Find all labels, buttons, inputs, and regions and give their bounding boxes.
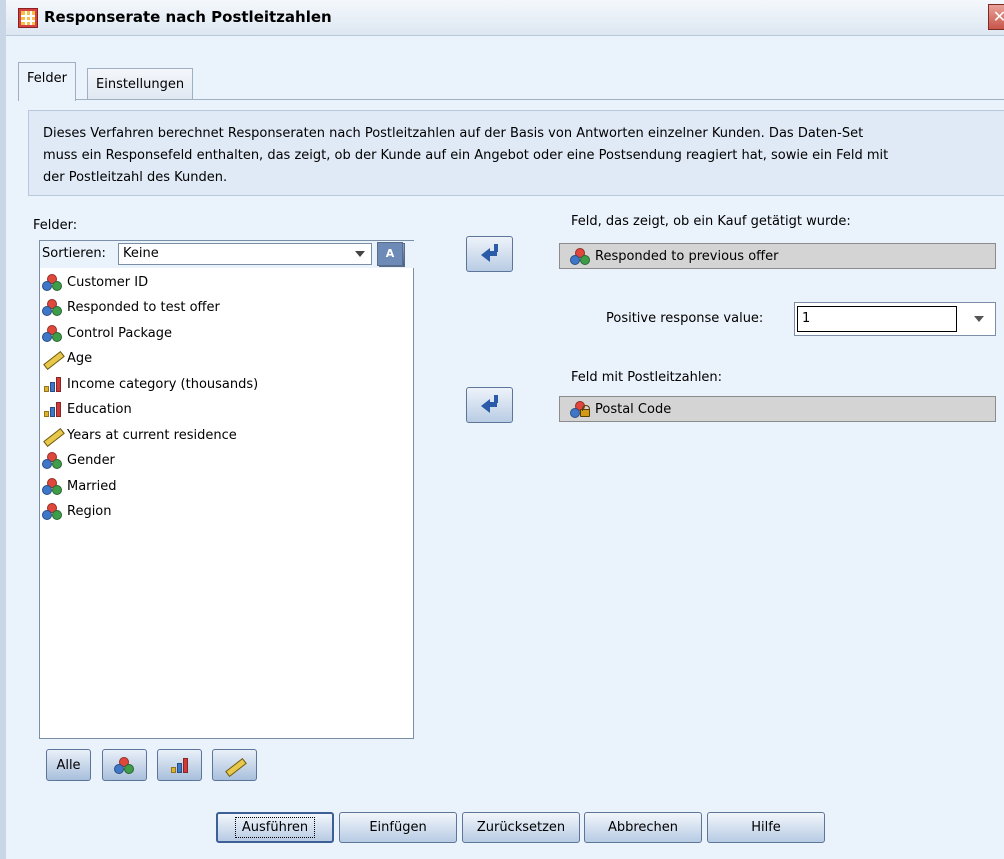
nominal-icon xyxy=(42,477,63,495)
filter-ordinal-button[interactable] xyxy=(157,749,202,781)
list-item-label: Age xyxy=(67,350,93,366)
positive-response-label: Positive response value: xyxy=(606,311,764,326)
list-item-label: Region xyxy=(67,503,112,519)
description-box: Dieses Verfahren berechnet Responseraten… xyxy=(28,110,1004,196)
help-label: Hilfe xyxy=(751,820,781,835)
filter-scale-button[interactable] xyxy=(212,749,257,781)
alphabetical-sort-button[interactable]: A xyxy=(377,242,403,266)
purchase-field-label: Feld, das zeigt, ob ein Kauf getätigt wu… xyxy=(571,214,851,229)
chevron-down-icon xyxy=(355,251,365,257)
list-item-label: Education xyxy=(67,401,132,417)
tab-einstellungen-label: Einstellungen xyxy=(96,77,185,92)
paste-button[interactable]: Einfügen xyxy=(339,812,457,843)
reset-label: Zurücksetzen xyxy=(476,820,566,835)
window-title: Responserate nach Postleitzahlen xyxy=(44,8,332,26)
filter-nominal-button[interactable] xyxy=(102,749,147,781)
move-to-purchase-field-button[interactable] xyxy=(466,236,513,272)
scale-icon xyxy=(42,427,63,444)
title-bar: Responserate nach Postleitzahlen ✕ xyxy=(6,0,1004,36)
fields-label: Felder: xyxy=(33,218,78,233)
help-button[interactable]: Hilfe xyxy=(707,812,825,843)
ordinal-icon xyxy=(42,401,63,418)
show-all-button[interactable]: Alle xyxy=(46,749,91,781)
list-item-label: Married xyxy=(67,478,117,494)
list-item-label: Customer ID xyxy=(67,274,149,290)
list-item[interactable]: Years at current residence xyxy=(42,424,237,446)
sort-select-value: Keine xyxy=(123,246,159,261)
paste-label: Einfügen xyxy=(369,820,427,835)
cancel-button[interactable]: Abbrechen xyxy=(584,812,702,843)
close-button[interactable]: ✕ xyxy=(988,4,1004,30)
tab-divider xyxy=(18,99,1004,100)
alpha-sort-icon: A xyxy=(385,247,395,260)
nominal-icon xyxy=(570,247,591,265)
list-item[interactable]: Education xyxy=(42,398,132,420)
list-item[interactable]: Income category (thousands) xyxy=(42,373,258,395)
cancel-label: Abbrechen xyxy=(607,820,679,835)
list-item-label: Years at current residence xyxy=(67,427,237,443)
reset-button[interactable]: Zurücksetzen xyxy=(462,812,580,843)
description-line-3: der Postleitzahl des Kunden. xyxy=(43,170,228,185)
run-label: Ausführen xyxy=(234,817,316,838)
purchase-field-value: Responded to previous offer xyxy=(595,248,779,264)
description-line-1: Dieses Verfahren berechnet Responseraten… xyxy=(43,126,864,141)
list-item-label: Responded to test offer xyxy=(67,299,220,315)
show-all-label: Alle xyxy=(56,757,81,773)
nominal-icon xyxy=(42,451,63,469)
tab-felder-label: Felder xyxy=(27,71,67,86)
nominal-icon xyxy=(42,502,63,520)
nominal-icon xyxy=(42,273,63,291)
scale-icon xyxy=(42,350,63,367)
list-item[interactable]: Age xyxy=(42,347,92,369)
tab-felder[interactable]: Felder xyxy=(18,62,76,101)
ordinal-icon xyxy=(169,757,190,774)
positive-response-combo[interactable]: 1 xyxy=(794,302,996,336)
move-to-postal-field-button[interactable] xyxy=(466,387,513,423)
fields-list[interactable]: Customer ID Responded to test offer Cont… xyxy=(40,269,413,738)
purchase-field-target[interactable]: Responded to previous offer xyxy=(559,243,996,269)
nominal-icon xyxy=(114,756,135,774)
spreadsheet-icon xyxy=(18,8,38,28)
postal-field-label: Feld mit Postleitzahlen: xyxy=(571,370,723,385)
list-item[interactable]: Control Package xyxy=(42,322,172,344)
arrow-left-icon xyxy=(481,395,498,413)
sort-row: Sortieren: Keine xyxy=(40,241,415,268)
postal-field-target[interactable]: Postal Code xyxy=(559,396,996,422)
sort-select[interactable]: Keine xyxy=(118,243,372,265)
list-item[interactable]: Married xyxy=(42,475,117,497)
list-item[interactable]: Customer ID xyxy=(42,271,148,293)
nominal-lock-icon xyxy=(570,400,591,418)
fields-panel: Sortieren: Keine Customer ID Responded t… xyxy=(39,240,415,739)
list-item-label: Gender xyxy=(67,452,115,468)
list-item[interactable]: Region xyxy=(42,500,112,522)
chevron-down-icon[interactable] xyxy=(963,303,995,335)
list-item[interactable]: Gender xyxy=(42,449,115,471)
postal-field-value: Postal Code xyxy=(595,401,672,417)
sort-label: Sortieren: xyxy=(42,246,106,261)
run-button[interactable]: Ausführen xyxy=(216,812,334,843)
ordinal-icon xyxy=(42,376,63,393)
list-item-label: Control Package xyxy=(67,325,173,341)
description-line-2: muss ein Responsefeld enthalten, das zei… xyxy=(43,148,889,163)
nominal-icon xyxy=(42,298,63,316)
scale-icon xyxy=(224,757,245,774)
positive-response-input[interactable]: 1 xyxy=(797,306,957,332)
list-item[interactable]: Responded to test offer xyxy=(42,296,220,318)
nominal-icon xyxy=(42,324,63,342)
list-item-label: Income category (thousands) xyxy=(67,376,259,392)
dialog-window: Responserate nach Postleitzahlen ✕ Felde… xyxy=(0,0,1004,859)
tab-einstellungen[interactable]: Einstellungen xyxy=(87,68,194,100)
arrow-left-icon xyxy=(481,244,498,262)
